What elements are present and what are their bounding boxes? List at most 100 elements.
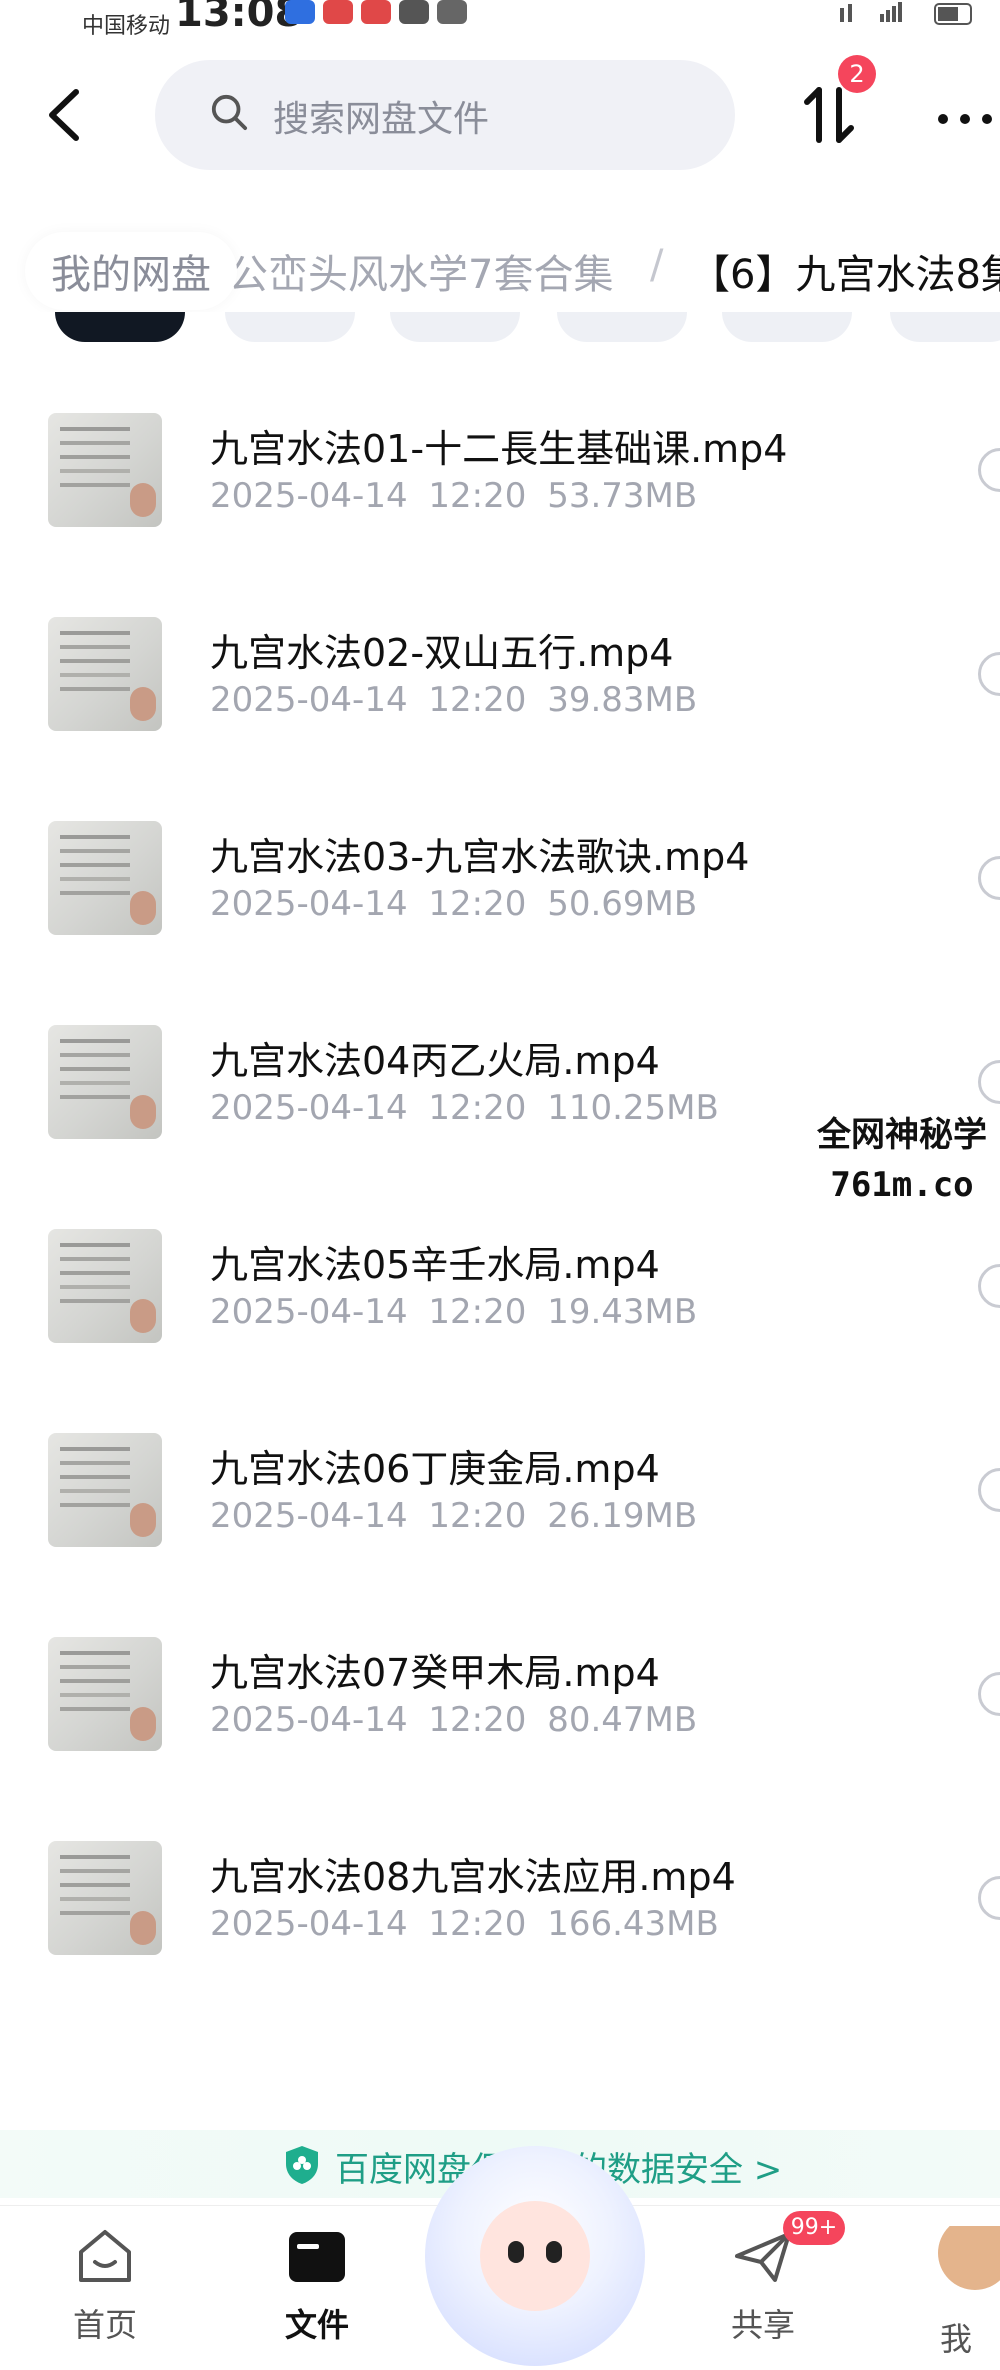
file-time: 12:20 bbox=[428, 476, 527, 516]
file-size: 80.47MB bbox=[547, 1700, 698, 1740]
breadcrumb-parent[interactable]: 公峦头风水学7套合集 bbox=[228, 242, 613, 300]
search-input[interactable]: 搜索网盘文件 bbox=[273, 90, 489, 142]
video-thumbnail bbox=[48, 1637, 162, 1751]
file-date: 2025-04-14 bbox=[210, 680, 408, 720]
file-meta: 2025-04-14 12:20 110.25MB bbox=[210, 1088, 719, 1128]
filter-tab[interactable] bbox=[557, 312, 687, 342]
breadcrumb-separator: / bbox=[650, 242, 664, 288]
file-meta: 2025-04-14 12:20 26.19MB bbox=[210, 1496, 697, 1536]
nav-home-label: 首页 bbox=[72, 2306, 137, 2344]
select-checkbox[interactable] bbox=[978, 1672, 1000, 1716]
app-notification-icon bbox=[285, 0, 315, 24]
app-notification-icon bbox=[323, 0, 353, 24]
file-date: 2025-04-14 bbox=[210, 1088, 408, 1128]
transfer-badge: 2 bbox=[838, 55, 876, 93]
back-button[interactable] bbox=[40, 80, 100, 150]
watermark: 全网神秘学 761m.co bbox=[782, 1110, 1000, 1210]
file-date: 2025-04-14 bbox=[210, 476, 408, 516]
select-checkbox[interactable] bbox=[978, 1468, 1000, 1512]
app-notification-icon bbox=[361, 0, 391, 24]
watermark-line: 761m.co bbox=[830, 1165, 974, 1205]
assistant-mascot-button[interactable] bbox=[425, 2146, 645, 2366]
status-bar: 中国移动 13:08 bbox=[0, 0, 1000, 40]
file-row[interactable]: 九宫水法01-十二長生基础课.mp4 2025-04-14 12:20 53.7… bbox=[0, 350, 1000, 554]
file-size: 39.83MB bbox=[547, 680, 698, 720]
file-meta: 2025-04-14 12:20 80.47MB bbox=[210, 1700, 697, 1740]
mascot-face bbox=[480, 2201, 590, 2311]
select-checkbox[interactable] bbox=[978, 1264, 1000, 1308]
video-thumbnail bbox=[48, 821, 162, 935]
file-name: 九宫水法03-九宫水法歌诀.mp4 bbox=[210, 835, 750, 879]
chevron-left-icon bbox=[49, 89, 79, 141]
video-thumbnail bbox=[48, 413, 162, 527]
file-name: 九宫水法01-十二長生基础课.mp4 bbox=[210, 427, 788, 471]
file-time: 12:20 bbox=[428, 1088, 527, 1128]
file-row[interactable]: 九宫水法06丁庚金局.mp4 2025-04-14 12:20 26.19MB bbox=[0, 1370, 1000, 1574]
file-size: 26.19MB bbox=[547, 1496, 698, 1536]
carrier-label: 中国移动 bbox=[82, 14, 171, 39]
filter-tab[interactable] bbox=[390, 312, 520, 342]
file-name: 九宫水法04丙乙火局.mp4 bbox=[210, 1039, 660, 1083]
nav-mine[interactable]: 我的 bbox=[910, 2226, 1000, 2356]
file-date: 2025-04-14 bbox=[210, 884, 408, 924]
file-meta: 2025-04-14 12:20 50.69MB bbox=[210, 884, 697, 924]
wechat-icon bbox=[437, 0, 467, 24]
system-status-icons bbox=[830, 0, 980, 36]
file-date: 2025-04-14 bbox=[210, 1496, 408, 1536]
nav-mine-label: 我的 bbox=[940, 2320, 973, 2356]
file-name: 九宫水法06丁庚金局.mp4 bbox=[210, 1447, 660, 1491]
more-dots-icon bbox=[938, 114, 992, 124]
video-thumbnail bbox=[48, 1433, 162, 1547]
breadcrumb-root[interactable]: 我的网盘 bbox=[25, 232, 237, 310]
file-size: 50.69MB bbox=[547, 884, 698, 924]
search-icon bbox=[211, 94, 248, 131]
more-options-button[interactable] bbox=[935, 85, 995, 145]
file-time: 12:20 bbox=[428, 1904, 527, 1944]
file-name: 九宫水法02-双山五行.mp4 bbox=[210, 631, 674, 675]
file-meta: 2025-04-14 12:20 53.73MB bbox=[210, 476, 697, 516]
file-row[interactable]: 九宫水法02-双山五行.mp4 2025-04-14 12:20 39.83MB bbox=[0, 554, 1000, 758]
video-thumbnail bbox=[48, 1025, 162, 1139]
nav-home[interactable]: 首页 bbox=[40, 2226, 170, 2356]
file-size: 166.43MB bbox=[547, 1904, 719, 1944]
file-row[interactable]: 九宫水法03-九宫水法歌诀.mp4 2025-04-14 12:20 50.69… bbox=[0, 758, 1000, 962]
filter-tab[interactable] bbox=[225, 312, 355, 342]
select-checkbox[interactable] bbox=[978, 1876, 1000, 1920]
avatar bbox=[938, 2226, 1000, 2290]
select-checkbox[interactable] bbox=[978, 856, 1000, 900]
file-size: 19.43MB bbox=[547, 1292, 698, 1332]
file-date: 2025-04-14 bbox=[210, 1904, 408, 1944]
breadcrumb-current: 【6】九宫水法8集 bbox=[690, 252, 1000, 298]
folder-icon bbox=[289, 2232, 345, 2282]
breadcrumb: 我的网盘 公峦头风水学7套合集 / 【6】九宫水法8集 bbox=[0, 222, 1000, 312]
select-checkbox[interactable] bbox=[978, 448, 1000, 492]
mascot-eye bbox=[508, 2241, 524, 2263]
notification-icons bbox=[285, 0, 467, 24]
filter-tab[interactable] bbox=[722, 312, 852, 342]
status-clock: 13:08 bbox=[175, 0, 303, 36]
filter-tab[interactable] bbox=[890, 312, 1000, 342]
file-time: 12:20 bbox=[428, 1496, 527, 1536]
nav-share-label: 共享 bbox=[730, 2306, 795, 2344]
video-thumbnail bbox=[48, 1841, 162, 1955]
mascot-eye bbox=[546, 2241, 562, 2263]
nav-files-label: 文件 bbox=[284, 2306, 349, 2344]
signal-wifi-battery-icon bbox=[840, 2, 972, 25]
home-icon bbox=[79, 2230, 131, 2282]
file-meta: 2025-04-14 12:20 19.43MB bbox=[210, 1292, 697, 1332]
file-name: 九宫水法05辛壬水局.mp4 bbox=[210, 1243, 660, 1287]
search-bar[interactable]: 搜索网盘文件 bbox=[155, 60, 735, 170]
file-size: 110.25MB bbox=[547, 1088, 719, 1128]
file-name: 九宫水法08九宫水法应用.mp4 bbox=[210, 1855, 736, 1899]
file-date: 2025-04-14 bbox=[210, 1700, 408, 1740]
share-badge: 99+ bbox=[783, 2211, 845, 2245]
select-checkbox[interactable] bbox=[978, 1060, 1000, 1104]
file-row[interactable]: 九宫水法07癸甲木局.mp4 2025-04-14 12:20 80.47MB bbox=[0, 1574, 1000, 1778]
nav-share[interactable]: 共享 bbox=[698, 2226, 828, 2356]
nav-files[interactable]: 文件 bbox=[252, 2226, 382, 2356]
select-checkbox[interactable] bbox=[978, 652, 1000, 696]
filter-tab[interactable] bbox=[55, 312, 185, 342]
file-row[interactable]: 九宫水法08九宫水法应用.mp4 2025-04-14 12:20 166.43… bbox=[0, 1778, 1000, 1982]
file-size: 53.73MB bbox=[547, 476, 698, 516]
shield-icon bbox=[286, 2146, 318, 2184]
